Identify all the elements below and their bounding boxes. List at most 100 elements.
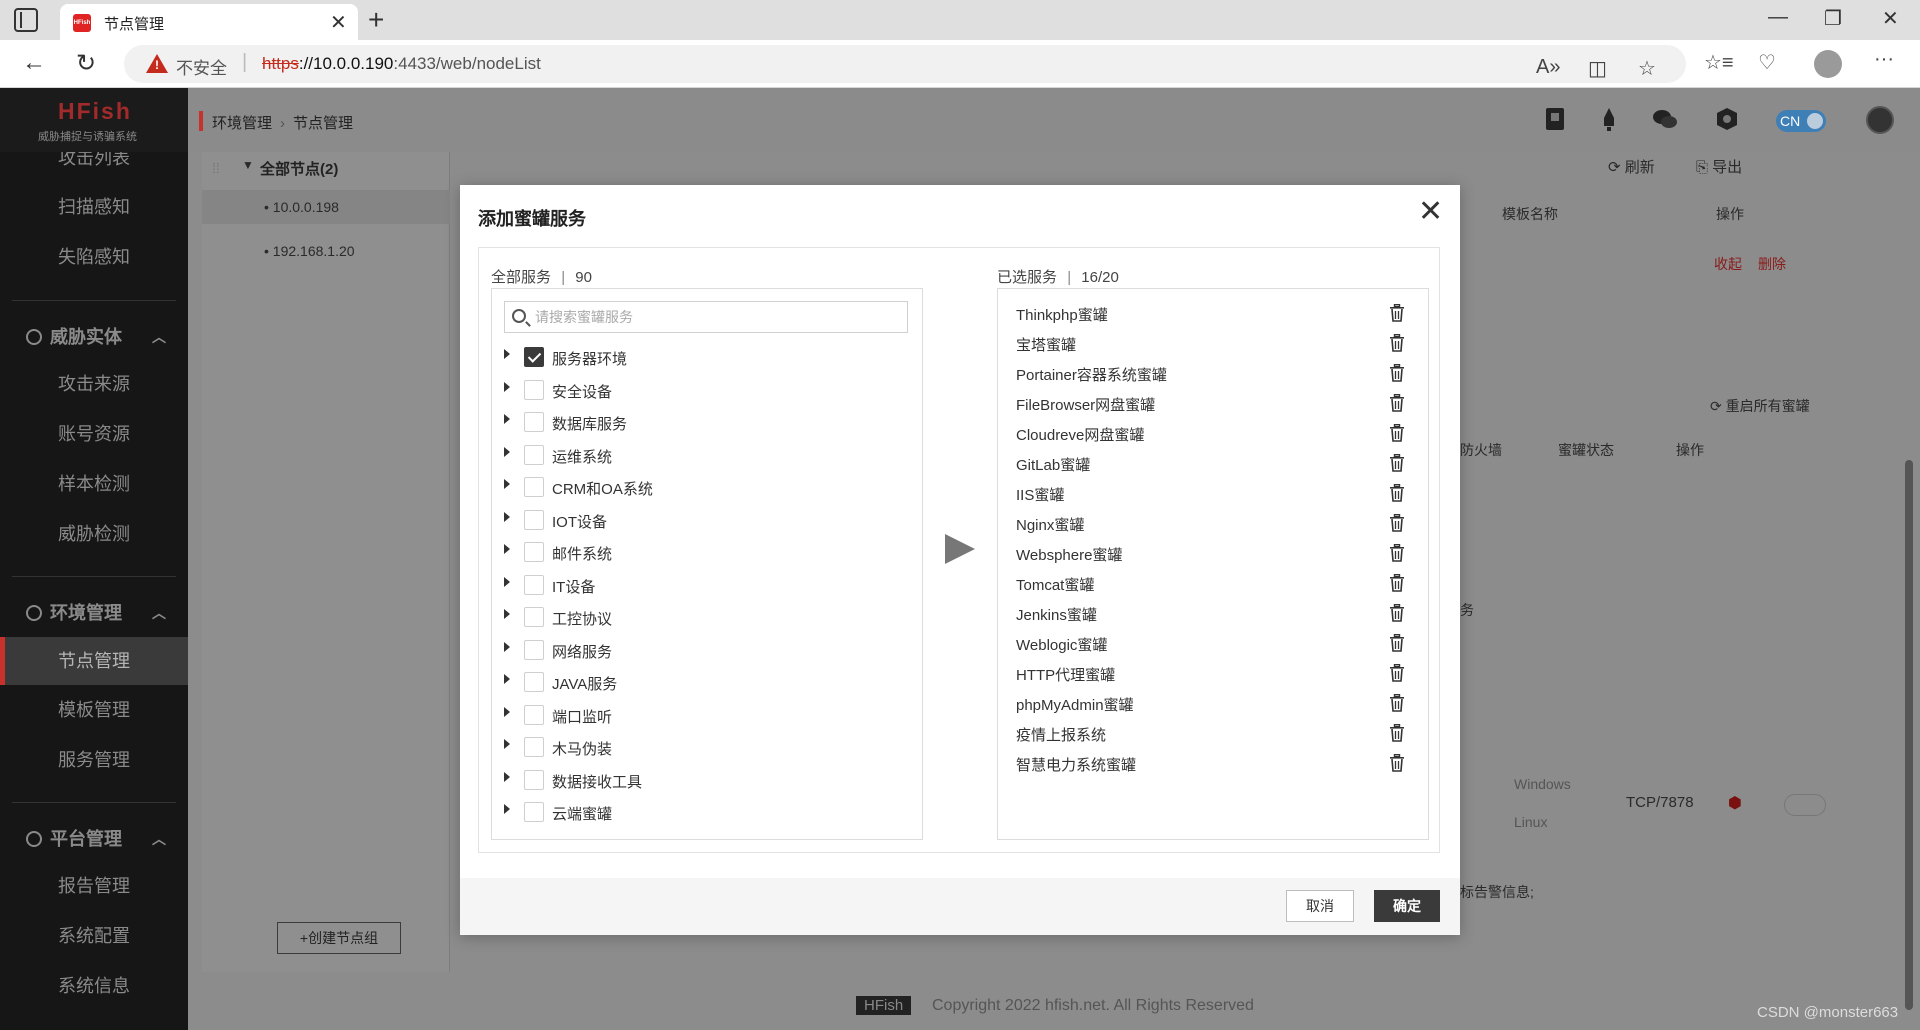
app-logo-area[interactable]: HFish 威胁捕捉与诱骗系统 bbox=[0, 88, 188, 152]
rocket-icon[interactable] bbox=[1596, 106, 1622, 132]
sidebar-item-template[interactable]: 模板管理 bbox=[0, 686, 188, 734]
category-checkbox[interactable] bbox=[524, 444, 544, 465]
category-checkbox[interactable] bbox=[524, 542, 544, 562]
browser-essentials-icon[interactable]: ♡ bbox=[1758, 50, 1776, 75]
caret-right-icon[interactable] bbox=[504, 544, 510, 554]
delete-link[interactable]: 删除 bbox=[1758, 254, 1786, 274]
sidebar-item-service[interactable]: 服务管理 bbox=[0, 736, 188, 784]
category-checkbox[interactable] bbox=[524, 412, 544, 432]
caret-right-icon[interactable] bbox=[504, 706, 510, 717]
category-item[interactable]: 数据接收工具 bbox=[492, 764, 912, 796]
create-node-group-button[interactable]: +创建节点组 bbox=[277, 922, 401, 954]
trash-icon[interactable] bbox=[1389, 604, 1405, 622]
category-checkbox[interactable] bbox=[524, 802, 544, 822]
category-checkbox[interactable] bbox=[524, 704, 544, 725]
category-item[interactable]: 木马伪装 bbox=[492, 731, 912, 763]
sidebar-item-compromise[interactable]: 失陷感知 bbox=[0, 233, 188, 281]
favorite-star-icon[interactable]: ☆ bbox=[1638, 56, 1656, 81]
split-screen-icon[interactable]: ◫ bbox=[1588, 56, 1607, 81]
tree-node[interactable]: • 10.0.0.198 bbox=[202, 190, 450, 224]
category-item[interactable]: 网络服务 bbox=[492, 634, 912, 666]
caret-right-icon[interactable] bbox=[504, 804, 510, 814]
search-input[interactable] bbox=[535, 307, 895, 327]
page-scrollbar[interactable] bbox=[1905, 460, 1913, 1010]
confirm-button[interactable]: 确定 bbox=[1374, 890, 1440, 922]
category-checkbox[interactable] bbox=[524, 769, 544, 790]
category-checkbox[interactable] bbox=[524, 379, 544, 400]
sidebar-group-threat-entity[interactable]: 威胁实体 ︿ bbox=[0, 313, 188, 361]
caret-right-icon[interactable] bbox=[504, 641, 510, 652]
trash-icon[interactable] bbox=[1389, 664, 1405, 682]
category-item[interactable]: IT设备 bbox=[492, 569, 912, 601]
category-item[interactable]: 服务器环境 bbox=[492, 341, 912, 373]
caret-right-icon[interactable] bbox=[504, 511, 510, 522]
category-item[interactable]: 端口监听 bbox=[492, 699, 912, 731]
category-item[interactable]: 运维系统 bbox=[492, 439, 912, 471]
category-item[interactable]: 工控协议 bbox=[492, 601, 912, 633]
close-icon[interactable]: ✕ bbox=[1418, 197, 1443, 227]
user-avatar[interactable] bbox=[1866, 106, 1894, 134]
category-checkbox[interactable] bbox=[524, 607, 544, 627]
trash-icon[interactable] bbox=[1389, 334, 1405, 352]
sidebar-item-report[interactable]: 报告管理 bbox=[0, 862, 188, 910]
trash-icon[interactable] bbox=[1389, 754, 1405, 772]
sidebar-item-scan[interactable]: 扫描感知 bbox=[0, 183, 188, 231]
category-checkbox[interactable] bbox=[524, 737, 544, 757]
wechat-icon[interactable] bbox=[1652, 106, 1678, 132]
restore-icon[interactable]: ❐ bbox=[1824, 6, 1842, 31]
category-checkbox[interactable] bbox=[524, 509, 544, 530]
trash-icon[interactable] bbox=[1389, 454, 1405, 472]
tree-root-label[interactable]: 全部节点(2) bbox=[260, 158, 338, 179]
reload-icon[interactable]: ↻ bbox=[76, 49, 96, 78]
category-item[interactable]: 数据库服务 bbox=[492, 406, 912, 438]
collapse-link[interactable]: 收起 bbox=[1714, 254, 1742, 274]
category-checkbox[interactable] bbox=[524, 574, 544, 595]
sidebar-item-attack-source[interactable]: 攻击来源 bbox=[0, 360, 188, 408]
url-text[interactable]: https://10.0.0.190:4433/web/nodeList bbox=[262, 54, 541, 74]
new-tab-icon[interactable]: + bbox=[368, 4, 384, 36]
category-item[interactable]: 安全设备 bbox=[492, 374, 912, 406]
caret-right-icon[interactable] bbox=[504, 349, 510, 359]
service-search[interactable] bbox=[504, 301, 908, 333]
sidebar-item-threat-detect[interactable]: 威胁检测 bbox=[0, 510, 188, 558]
close-tab-icon[interactable]: ✕ bbox=[330, 10, 347, 35]
category-item[interactable]: CRM和OA系统 bbox=[492, 471, 912, 503]
category-item[interactable]: 云端蜜罐 bbox=[492, 796, 912, 828]
sidebar-item-sysinfo[interactable]: 系统信息 bbox=[0, 962, 188, 1010]
trash-icon[interactable] bbox=[1389, 514, 1405, 532]
book-icon[interactable] bbox=[1542, 106, 1568, 132]
trash-icon[interactable] bbox=[1389, 574, 1405, 592]
trash-icon[interactable] bbox=[1389, 724, 1405, 742]
trash-icon[interactable] bbox=[1389, 394, 1405, 412]
trash-icon[interactable] bbox=[1389, 364, 1405, 382]
sidebar-group-env[interactable]: 环境管理 ︿ bbox=[0, 589, 188, 637]
category-checkbox[interactable] bbox=[524, 477, 544, 497]
caret-right-icon[interactable] bbox=[504, 771, 510, 782]
caret-right-icon[interactable] bbox=[504, 446, 510, 457]
minimize-icon[interactable]: — bbox=[1768, 6, 1788, 29]
language-toggle[interactable]: CN bbox=[1776, 110, 1826, 132]
export-button[interactable]: ⎘ 导出 bbox=[1696, 156, 1742, 177]
caret-right-icon[interactable] bbox=[504, 576, 510, 587]
sidebar-item-sample[interactable]: 样本检测 bbox=[0, 460, 188, 508]
restart-all-button[interactable]: ⟳ 重启所有蜜罐 bbox=[1710, 396, 1810, 416]
service-toggle[interactable] bbox=[1784, 794, 1826, 816]
address-bar[interactable]: ! 不安全 | https://10.0.0.190:4433/web/node… bbox=[124, 45, 1686, 83]
browser-tab[interactable]: HFish 节点管理 ✕ bbox=[60, 4, 358, 40]
trash-icon[interactable] bbox=[1389, 544, 1405, 562]
breadcrumb-item[interactable]: 环境管理 bbox=[212, 115, 272, 132]
tree-node[interactable]: • 192.168.1.20 bbox=[202, 234, 450, 268]
category-checkbox[interactable] bbox=[524, 672, 544, 692]
sidebar-item-account[interactable]: 账号资源 bbox=[0, 410, 188, 458]
read-aloud-icon[interactable]: A» bbox=[1536, 56, 1560, 79]
tab-actions-icon[interactable] bbox=[14, 8, 38, 32]
sidebar-item-node-manage[interactable]: 节点管理 bbox=[0, 637, 188, 685]
trash-icon[interactable] bbox=[1389, 484, 1405, 502]
hexagon-settings-icon[interactable] bbox=[1714, 106, 1740, 132]
caret-right-icon[interactable] bbox=[504, 479, 510, 489]
sidebar-item-config[interactable]: 系统配置 bbox=[0, 912, 188, 960]
sidebar-group-platform[interactable]: 平台管理 ︿ bbox=[0, 815, 188, 863]
caret-right-icon[interactable] bbox=[504, 381, 510, 392]
caret-right-icon[interactable] bbox=[504, 609, 510, 619]
close-window-icon[interactable]: ✕ bbox=[1882, 6, 1899, 31]
